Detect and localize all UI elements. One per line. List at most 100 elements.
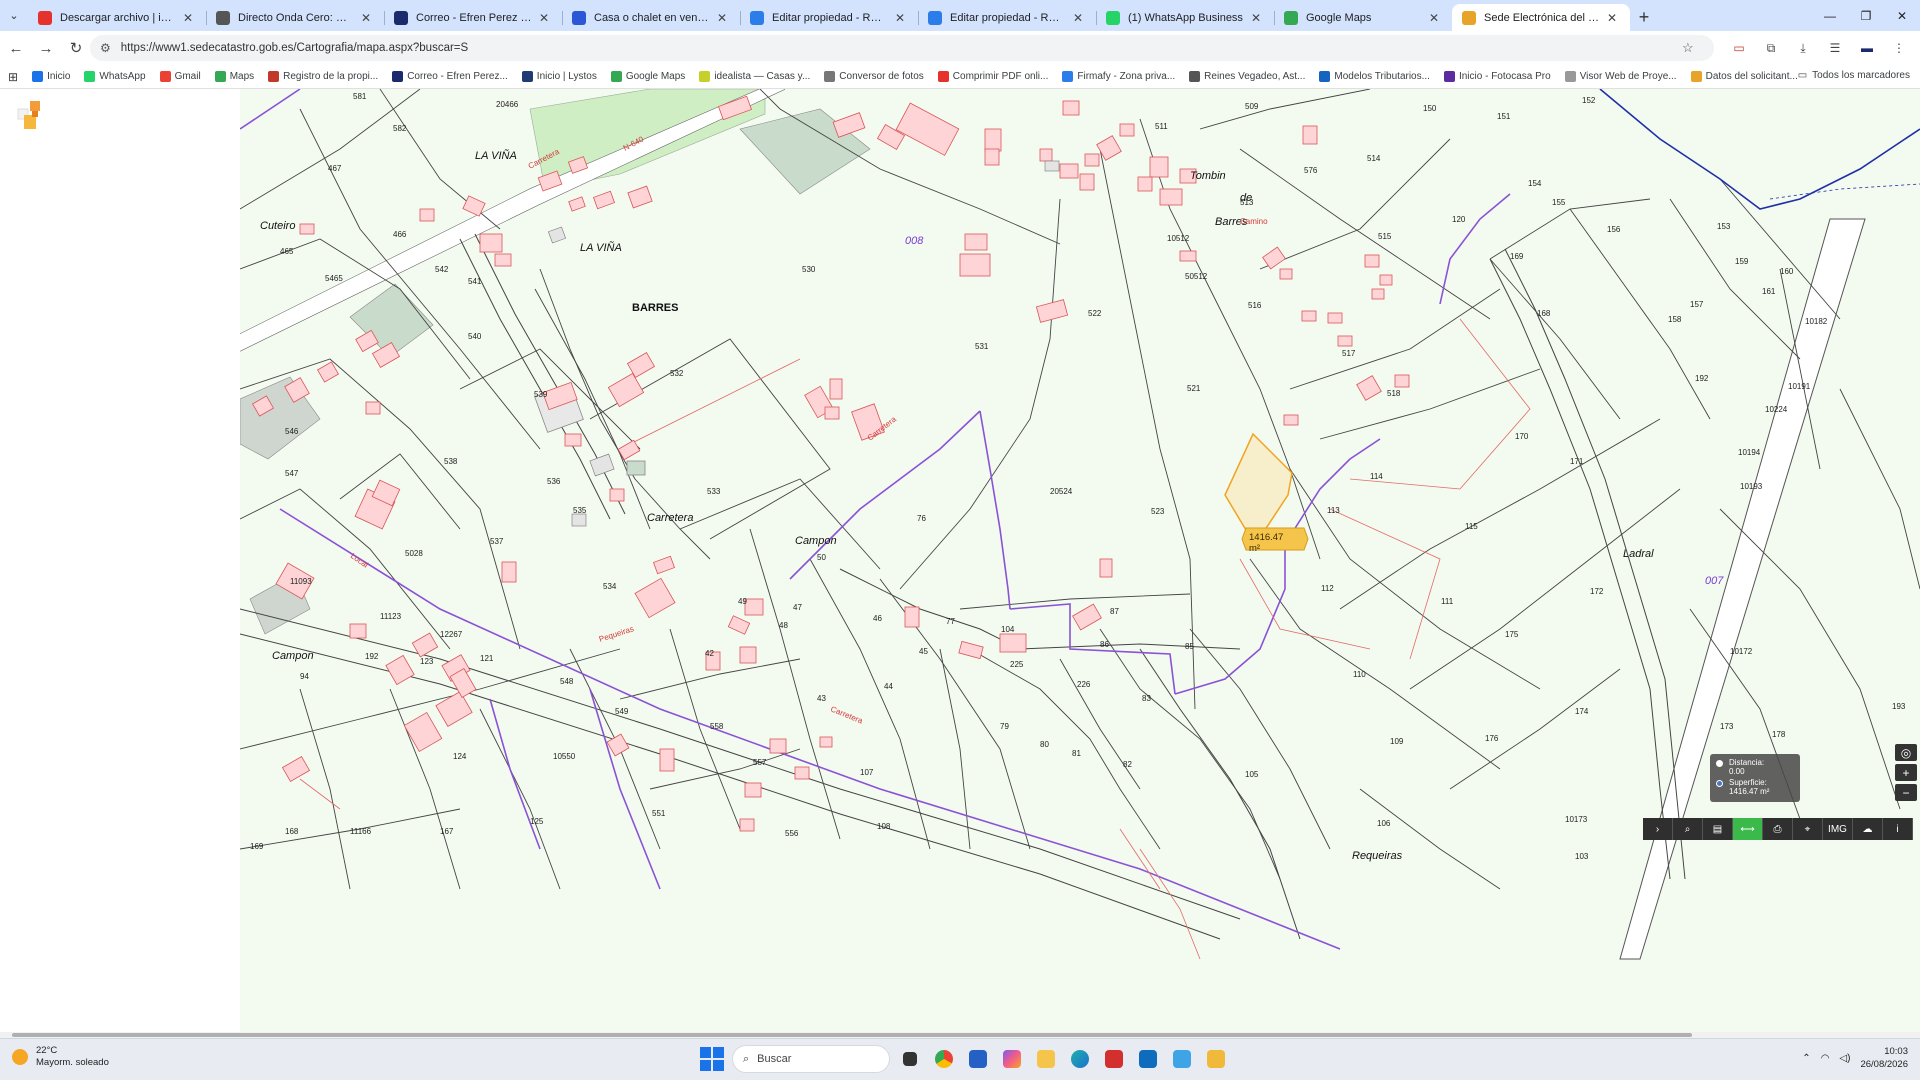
surface-option[interactable]: Superficie: 1416.47 m² [1716,778,1794,796]
browser-tab[interactable]: Casa o chalet en venta en N/s ✕ [562,4,740,31]
tab-close-icon[interactable]: ✕ [714,11,730,25]
apps-grid-icon[interactable]: ⊞ [8,70,18,84]
tab-close-icon[interactable]: ✕ [358,11,374,25]
bookmark-list: Inicio WhatsApp Gmail Maps Registro de la pr… [32,71,1812,82]
parcel-number: 225 [1010,660,1024,669]
wifi-icon[interactable]: ◠ [1821,1053,1830,1064]
bookmark-item[interactable]: Inicio - Fotocasa Pro [1443,71,1551,82]
tab-close-icon[interactable]: ✕ [536,11,552,25]
bookmark-label: Registro de la propi... [283,71,379,82]
surface-value: 1416.47 m² [1729,787,1770,796]
taskbar-search[interactable]: ⌕ Buscar [732,1045,890,1073]
new-tab-button[interactable]: + [1630,4,1658,31]
browser-tab[interactable]: Directo Onda Cero: Escucha ✕ [206,4,384,31]
distance-radio[interactable] [1716,760,1723,767]
zoom-out-button[interactable]: − [1895,784,1917,801]
bookmark-item[interactable]: Gmail [159,71,201,82]
chrome-icon[interactable] [930,1045,958,1073]
all-bookmarks-button[interactable]: ▭ Todos los marcadores [1798,70,1910,81]
bookmark-label: Inicio - Fotocasa Pro [1458,71,1551,82]
bookmark-item[interactable]: Firmafy - Zona priva... [1062,71,1175,82]
extension-icon[interactable]: ▭ [1726,35,1752,61]
copilot-icon[interactable] [998,1045,1026,1073]
scrollbar-thumb[interactable] [12,1033,1692,1037]
tab-close-icon[interactable]: ✕ [180,11,196,25]
arrow-icon[interactable]: › [1643,818,1673,840]
bookmark-item[interactable]: Registro de la propi... [268,71,378,82]
weather-widget[interactable]: 22°C Mayorm. soleado [12,1045,109,1069]
bookmark-item[interactable]: idealista — Casas y... [699,71,810,82]
browser-tab[interactable]: Editar propiedad - REES40895 ✕ [918,4,1096,31]
parcel-number: 112 [1321,584,1334,593]
tab-close-icon[interactable]: ✕ [1070,11,1086,25]
minimize-button[interactable]: — [1812,0,1848,31]
zoom-in-button[interactable]: + [1895,764,1917,781]
clock[interactable]: 10:03 26/08/2026 [1860,1045,1908,1071]
outlook-icon[interactable] [1134,1045,1162,1073]
browser-tab[interactable]: Correo - Efren Perez Quintana ✕ [384,4,562,31]
parcel-number: 193 [1892,702,1906,711]
locate-icon[interactable]: ◎ [1895,744,1917,761]
distance-option[interactable]: Distancia: 0.00 [1716,758,1794,776]
bookmark-star-icon[interactable]: ☆ [1682,40,1702,56]
bookmark-item[interactable]: Reines Vegadeo, Ast... [1189,71,1305,82]
tray-chevron-icon[interactable]: ⌃ [1802,1053,1810,1064]
back-button[interactable]: ← [2,34,30,62]
surface-radio[interactable] [1716,780,1723,787]
map-canvas[interactable]: 581 20466 582 467 466 465 5465 542 541 540 539 538 5… [240,89,1920,1032]
site-info-icon[interactable]: ⚙ [100,41,111,55]
bookmark-item[interactable]: Visor Web de Proye... [1564,71,1677,82]
profile-icon[interactable]: ▬ [1854,35,1880,61]
browser-tab[interactable]: Google Maps ✕ [1274,4,1452,31]
browser-tab[interactable]: Sede Electrónica del Catastro ✕ [1452,4,1630,31]
reading-list-icon[interactable]: ☰ [1822,35,1848,61]
folder-app-icon[interactable] [1202,1045,1230,1073]
notepad-icon[interactable] [1168,1045,1196,1073]
download-icon[interactable]: ⤓ [1790,35,1816,61]
bookmark-item[interactable]: Datos del solicitant... [1690,71,1798,82]
bookmark-item[interactable]: Correo - Efren Perez... [392,71,508,82]
parcel-number: 176 [1485,734,1499,743]
edge-icon[interactable] [1066,1045,1094,1073]
menu-icon[interactable]: ⋮ [1886,35,1912,61]
browser-tab[interactable]: Descargar archivo | iLovePDF ✕ [28,4,206,31]
bookmark-item[interactable]: Conversor de fotos [824,71,924,82]
extensions-puzzle-icon[interactable]: ⧉ [1758,35,1784,61]
cloud-icon[interactable]: ☁ [1853,818,1883,840]
print-icon[interactable]: ⎙ [1763,818,1793,840]
parcel-number: 514 [1367,154,1381,163]
coords-icon[interactable]: ⌖ [1793,818,1823,840]
browser-tab[interactable]: Editar propiedad - REES40812 ✕ [740,4,918,31]
bookmark-item[interactable]: WhatsApp [84,71,146,82]
tab-close-icon[interactable]: ✕ [1248,11,1264,25]
address-bar[interactable]: ⚙ https://www1.sedecatastro.gob.es/Carto… [90,35,1714,61]
volume-icon[interactable]: ◁) [1839,1053,1850,1064]
maximize-button[interactable]: ❐ [1848,0,1884,31]
file-explorer-icon[interactable] [1032,1045,1060,1073]
pdf-app-icon[interactable] [1100,1045,1128,1073]
bookmark-item[interactable]: Inicio | Lystos [521,71,597,82]
reload-button[interactable]: ↻ [62,34,90,62]
tab-close-icon[interactable]: ✕ [892,11,908,25]
zoom-icon[interactable]: ⌕ [1673,818,1703,840]
tab-close-icon[interactable]: ✕ [1604,11,1620,25]
bookmark-item[interactable]: Maps [214,71,254,82]
task-view-icon[interactable] [896,1045,924,1073]
bookmark-item[interactable]: Inicio [32,71,70,82]
cadastral-map[interactable]: 581 20466 582 467 466 465 5465 542 541 540 539 538 5… [240,89,1920,1032]
bookmark-item[interactable]: Google Maps [610,71,685,82]
layers-icon[interactable]: ▤ [1703,818,1733,840]
img-icon[interactable]: IMG [1823,818,1853,840]
tab-favicon-icon [216,10,230,25]
bookmark-item[interactable]: Modelos Tributarios... [1319,71,1430,82]
forward-button[interactable]: → [32,34,60,62]
start-button[interactable] [698,1045,726,1073]
measure-icon[interactable]: ⟷ [1733,818,1763,840]
info-icon[interactable]: i [1883,818,1913,840]
tab-close-icon[interactable]: ✕ [1426,11,1442,25]
browser-tab[interactable]: (1) WhatsApp Business ✕ [1096,4,1274,31]
bookmark-item[interactable]: Comprimir PDF onli... [937,71,1048,82]
store-icon[interactable] [964,1045,992,1073]
tab-search-button[interactable]: ⌄ [0,0,28,31]
close-window-button[interactable]: ✕ [1884,0,1920,31]
